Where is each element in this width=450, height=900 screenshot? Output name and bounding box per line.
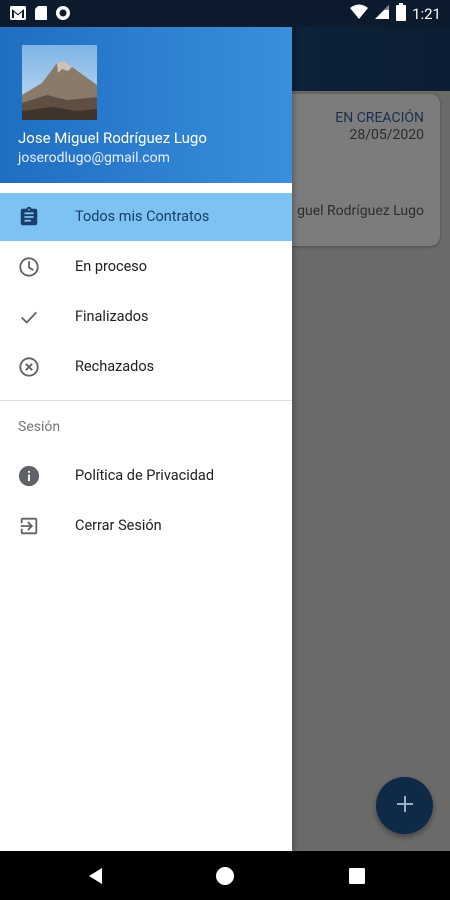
system-nav-bar	[0, 851, 450, 900]
user-name: Jose Miguel Rodríguez Lugo	[18, 129, 207, 147]
menu-item-privacy-policy[interactable]: Política de Privacidad	[0, 452, 292, 500]
clipboard-icon	[18, 206, 40, 228]
plus-icon	[395, 794, 415, 818]
menu-label: Rechazados	[75, 358, 155, 375]
menu-label: En proceso	[75, 258, 148, 275]
back-icon[interactable]	[84, 864, 108, 888]
cancel-circle-icon	[18, 356, 40, 378]
divider	[0, 400, 292, 401]
status-right-icons: 1:21	[350, 3, 441, 25]
avatar[interactable]	[22, 45, 97, 120]
battery-icon	[396, 3, 407, 25]
check-icon	[18, 306, 40, 328]
menu-item-rejected[interactable]: Rechazados	[0, 343, 292, 391]
menu-item-finished[interactable]: Finalizados	[0, 293, 292, 341]
menu-item-logout[interactable]: Cerrar Sesión	[0, 502, 292, 550]
info-icon	[18, 465, 40, 487]
navigation-drawer: Jose Miguel Rodríguez Lugo joserodlugo@g…	[0, 0, 292, 851]
menu-label: Todos mis Contratos	[75, 208, 210, 225]
card-status: EN CREACIÓN	[335, 110, 424, 126]
menu-label: Política de Privacidad	[75, 467, 214, 484]
section-header-session: Sesión	[18, 419, 61, 435]
card-client-name: guel Rodríguez Lugo	[297, 203, 424, 219]
logout-icon	[18, 515, 40, 537]
drawer-header: Jose Miguel Rodríguez Lugo joserodlugo@g…	[0, 27, 292, 183]
card-date: 28/05/2020	[349, 127, 425, 143]
clock-icon	[18, 256, 40, 278]
wifi-icon	[350, 4, 369, 24]
menu-label: Cerrar Sesión	[75, 517, 162, 534]
menu-label: Finalizados	[75, 308, 149, 325]
status-bar: 1:21	[0, 0, 450, 27]
status-left-icons	[9, 5, 71, 25]
gmail-icon	[9, 5, 27, 25]
signal-icon	[374, 4, 390, 24]
menu-item-all-contracts[interactable]: Todos mis Contratos	[0, 193, 292, 241]
recents-icon[interactable]	[345, 864, 369, 888]
add-contract-button[interactable]	[376, 777, 433, 834]
home-icon[interactable]	[213, 864, 237, 888]
user-email: joserodlugo@gmail.com	[18, 150, 170, 166]
menu-item-in-progress[interactable]: En proceso	[0, 243, 292, 291]
circle-notification-icon	[55, 5, 71, 25]
status-time: 1:21	[412, 5, 441, 23]
sd-card-icon	[34, 5, 48, 25]
